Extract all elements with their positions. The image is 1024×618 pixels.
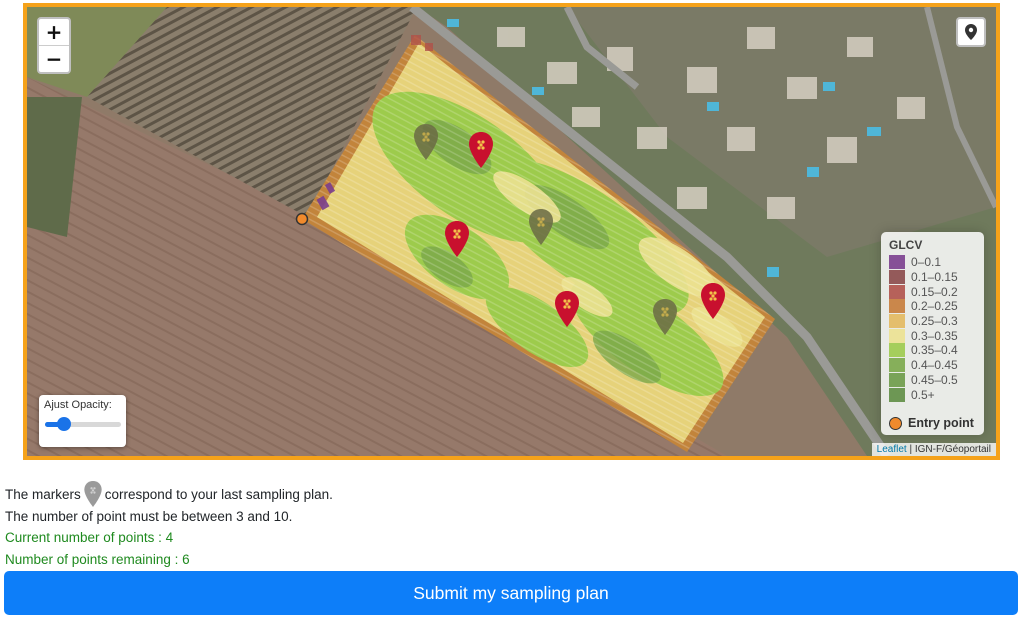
legend-swatch: [889, 284, 905, 299]
legend-swatch: [889, 328, 905, 343]
entry-point-icon: [889, 416, 902, 430]
zoom-control: + −: [37, 17, 71, 74]
legend-swatch: [889, 299, 905, 314]
legend-swatch: [889, 387, 905, 402]
legend-entry-point: Entry point: [889, 416, 974, 430]
zoom-out-button[interactable]: −: [39, 46, 69, 72]
legend-swatch: [889, 314, 905, 329]
entry-point-marker[interactable]: [295, 212, 309, 226]
zoom-in-button[interactable]: +: [39, 19, 69, 46]
markers-note: The markers correspond to your last samp…: [5, 481, 333, 507]
opacity-slider-handle[interactable]: [57, 417, 71, 431]
legend-label: 0.1–0.15: [911, 270, 958, 285]
legend-swatch: [889, 255, 905, 270]
legend-label: 0.4–0.45: [911, 358, 958, 373]
markers-note-after: correspond to your last sampling plan.: [104, 486, 333, 502]
legend-label: 0.2–0.25: [911, 299, 958, 314]
previous-marker-icon: [84, 481, 102, 507]
legend-label: 0.5+: [911, 387, 935, 402]
remaining-points-count: Number of points remaining : 6: [5, 552, 190, 567]
satellite-map[interactable]: [27, 7, 996, 456]
legend-row: 0.1–0.15: [889, 270, 984, 285]
map-pin-icon: [965, 24, 977, 40]
map-attribution: Leaflet | IGN-F/Géoportail: [871, 443, 996, 456]
locate-button[interactable]: [956, 17, 986, 47]
markers-note-before: The markers: [5, 486, 81, 502]
opacity-slider[interactable]: [45, 417, 121, 431]
legend-label: 0.25–0.3: [911, 314, 958, 329]
legend-row: 0.4–0.45: [889, 358, 984, 373]
legend-row: 0–0.1: [889, 255, 984, 270]
legend-row: 0.3–0.35: [889, 328, 984, 343]
opacity-label: Ajust Opacity:: [44, 399, 112, 411]
legend-row: 0.2–0.25: [889, 299, 984, 314]
legend-label: 0.45–0.5: [911, 372, 958, 387]
legend-entry-label: Entry point: [908, 416, 974, 430]
legend-swatch: [889, 358, 905, 373]
legend-label: 0.35–0.4: [911, 343, 958, 358]
legend-row: 0.15–0.2: [889, 284, 984, 299]
legend-row: 0.25–0.3: [889, 314, 984, 329]
attribution-text: | IGN-F/Géoportail: [909, 444, 991, 455]
legend-label: 0.15–0.2: [911, 284, 958, 299]
legend-swatch: [889, 372, 905, 387]
legend-row: 0.35–0.4: [889, 343, 984, 358]
legend-swatch: [889, 270, 905, 285]
legend-row: 0.45–0.5: [889, 372, 984, 388]
legend-label: 0–0.1: [911, 255, 942, 270]
legend-row: 0.5+: [889, 387, 984, 402]
legend-swatch: [889, 343, 905, 358]
opacity-control: Ajust Opacity:: [39, 395, 126, 447]
leaflet-link[interactable]: Leaflet: [877, 444, 907, 455]
glcv-legend: GLCV 0–0.1 0.1–0.15 0.15–0.2 0.2–0.25 0.25–0…: [881, 232, 984, 435]
current-points-count: Current number of points : 4: [5, 530, 174, 545]
legend-label: 0.3–0.35: [911, 328, 958, 343]
legend-title: GLCV: [889, 238, 923, 252]
points-range-text: The number of point must be between 3 an…: [5, 509, 293, 524]
submit-sampling-plan-button[interactable]: Submit my sampling plan: [4, 571, 1018, 615]
map-container[interactable]: + − GLCV 0–0.1 0.1–0.15 0.15–0.2 0.2–0.25 0.…: [23, 3, 1000, 460]
